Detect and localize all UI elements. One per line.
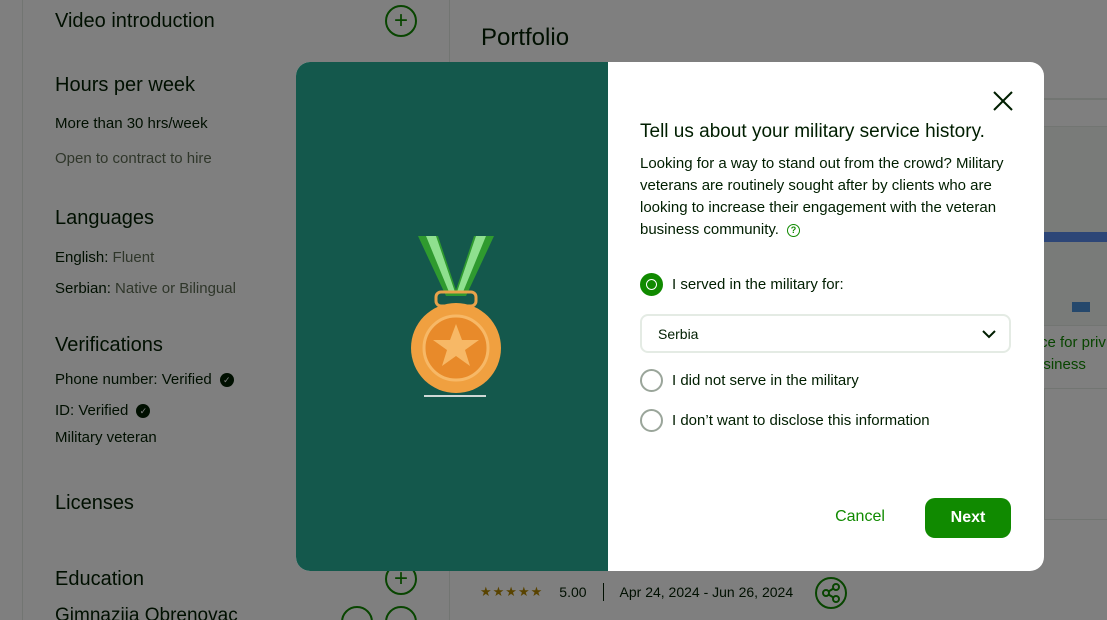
radio-button[interactable] (640, 369, 663, 392)
military-service-modal: Tell us about your military service hist… (296, 62, 1044, 571)
chevron-down-icon (982, 330, 996, 339)
help-icon[interactable]: ? (786, 223, 800, 237)
option-not-served[interactable]: I did not serve in the military (640, 369, 859, 392)
country-select[interactable]: Serbia (640, 314, 1011, 353)
modal-title: Tell us about your military service hist… (640, 121, 985, 142)
modal-content: Tell us about your military service hist… (608, 62, 1044, 571)
option-label: I served in the military for: (672, 276, 844, 293)
next-button[interactable]: Next (925, 498, 1011, 538)
modal-illustration-panel (296, 62, 608, 571)
radio-button[interactable] (640, 409, 663, 432)
modal-description: Looking for a way to stand out from the … (640, 153, 1020, 241)
cancel-button[interactable]: Cancel (820, 499, 900, 535)
radio-button[interactable] (640, 273, 663, 296)
close-icon (993, 91, 1013, 111)
medal-icon (411, 236, 501, 397)
option-served[interactable]: I served in the military for: (640, 273, 844, 296)
close-button[interactable] (990, 88, 1016, 114)
option-label: I don’t want to disclose this informatio… (672, 412, 930, 429)
option-not-disclose[interactable]: I don’t want to disclose this informatio… (640, 409, 930, 432)
description-text: Looking for a way to stand out from the … (640, 155, 1004, 238)
select-value: Serbia (658, 326, 699, 342)
option-label: I did not serve in the military (672, 372, 859, 389)
